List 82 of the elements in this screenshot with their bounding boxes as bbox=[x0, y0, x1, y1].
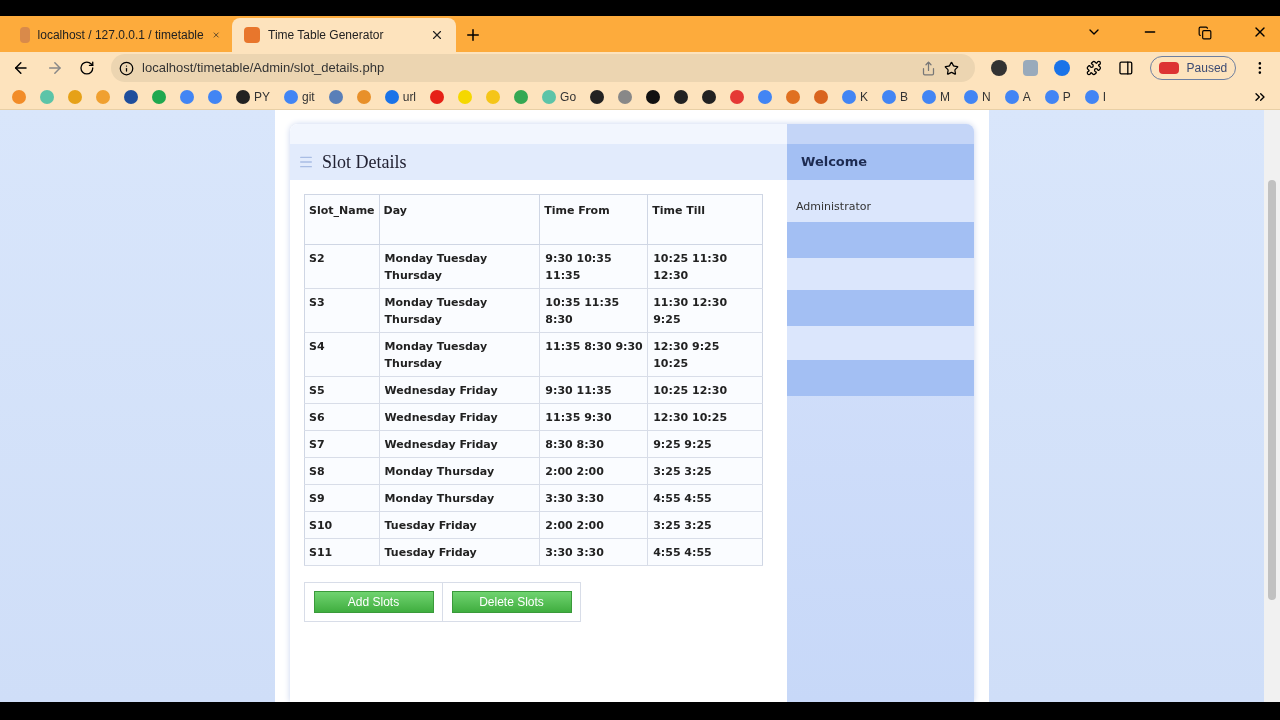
bookmark-icon[interactable] bbox=[702, 89, 717, 104]
table-cell: Wednesday Friday bbox=[379, 430, 540, 458]
table-cell: Wednesday Friday bbox=[379, 376, 540, 404]
column-header: Day bbox=[379, 194, 540, 245]
bookmark[interactable]: url bbox=[384, 87, 417, 106]
bookmark[interactable]: M bbox=[922, 87, 951, 106]
bookmark[interactable]: P bbox=[1044, 87, 1071, 106]
address-bar[interactable]: localhost/timetable/Admin/slot_details.php bbox=[111, 54, 976, 82]
table-cell: 9:25 9:25 bbox=[647, 430, 763, 458]
tab-title: localhost / 127.0.0.1 / timetable bbox=[37, 27, 204, 44]
table-cell: 3:30 3:30 bbox=[539, 484, 648, 512]
restore-icon[interactable] bbox=[1198, 26, 1212, 40]
star-icon[interactable] bbox=[944, 60, 960, 76]
column-header: Slot_Name bbox=[304, 194, 380, 245]
bookmark[interactable]: N bbox=[964, 87, 991, 106]
table-cell: S8 bbox=[304, 457, 380, 485]
bookmark[interactable]: git bbox=[284, 87, 315, 106]
table-cell: 4:55 4:55 bbox=[647, 538, 763, 566]
table-cell: S4 bbox=[304, 332, 380, 377]
table-cell: S2 bbox=[304, 244, 380, 289]
user-name: Administrator bbox=[796, 200, 871, 213]
bookmark[interactable]: B bbox=[882, 87, 909, 106]
column-header: Time Till bbox=[647, 194, 763, 245]
table-cell: S9 bbox=[304, 484, 380, 512]
table-cell: Wednesday Friday bbox=[379, 403, 540, 431]
bookmark[interactable]: PY bbox=[236, 87, 270, 106]
table-cell: Tuesday Friday bbox=[379, 538, 540, 566]
menu-icon bbox=[298, 154, 314, 170]
table-cell: 2:00 2:00 bbox=[539, 511, 648, 539]
table-cell: 11:35 8:30 9:30 bbox=[539, 332, 648, 377]
table-cell: S11 bbox=[304, 538, 380, 566]
scrollbar[interactable] bbox=[1264, 110, 1280, 702]
table-cell: 12:30 9:25 10:25 bbox=[647, 332, 763, 377]
table-cell: 11:35 9:30 bbox=[539, 403, 648, 431]
bookmark-icon[interactable] bbox=[674, 89, 689, 104]
table-cell: 3:25 3:25 bbox=[647, 511, 763, 539]
bookmark[interactable]: I bbox=[1084, 87, 1107, 106]
table-cell: 2:00 2:00 bbox=[539, 457, 648, 485]
table-cell: Tuesday Friday bbox=[379, 511, 540, 539]
new-tab-icon[interactable] bbox=[464, 26, 482, 44]
column-header: Time From bbox=[539, 194, 648, 245]
table-cell: 10:25 12:30 bbox=[647, 376, 763, 404]
table-cell: S6 bbox=[304, 403, 380, 431]
table-cell: Monday Tuesday Thursday bbox=[379, 244, 540, 289]
table-cell: 3:25 3:25 bbox=[647, 457, 763, 485]
table-cell: Monday Thursday bbox=[379, 484, 540, 512]
table-cell: 9:30 10:35 11:35 bbox=[539, 244, 648, 289]
table-cell: 3:30 3:30 bbox=[539, 538, 648, 566]
bookmark-icon[interactable] bbox=[646, 89, 661, 104]
bookmark[interactable]: K bbox=[842, 87, 869, 106]
table-cell: S3 bbox=[304, 288, 380, 333]
tab-title: Time Table Generator bbox=[268, 27, 385, 44]
share-icon[interactable] bbox=[921, 60, 937, 76]
reload-icon[interactable] bbox=[79, 60, 96, 76]
table-cell: Monday Thursday bbox=[379, 457, 540, 485]
close-icon[interactable] bbox=[430, 28, 444, 42]
table-cell: Monday Tuesday Thursday bbox=[379, 288, 540, 333]
panel-title: Slot Details bbox=[322, 150, 407, 174]
table-cell: S7 bbox=[304, 430, 380, 458]
table-cell: 12:30 10:25 bbox=[647, 403, 763, 431]
bookmark-icon[interactable] bbox=[590, 89, 605, 104]
extension-icon[interactable] bbox=[991, 60, 1007, 76]
welcome-title: Welcome bbox=[801, 153, 868, 172]
table-cell: S10 bbox=[304, 511, 380, 539]
table-cell: Monday Tuesday Thursday bbox=[379, 332, 540, 377]
browser-tab[interactable]: localhost / 127.0.0.1 / timetable bbox=[8, 18, 232, 52]
back-icon[interactable] bbox=[12, 59, 30, 77]
table-cell: 10:25 11:30 12:30 bbox=[647, 244, 763, 289]
bookmark-icon[interactable] bbox=[124, 89, 138, 104]
side-panel-icon[interactable] bbox=[1117, 60, 1134, 76]
table-cell: 9:30 11:35 bbox=[539, 376, 648, 404]
info-icon bbox=[119, 60, 135, 76]
browser-tab[interactable]: Time Table Generator bbox=[232, 18, 456, 52]
extensions-icon[interactable] bbox=[1086, 60, 1102, 76]
table-cell: 11:30 12:30 9:25 bbox=[647, 288, 763, 333]
url-text: localhost/timetable/Admin/slot_details.php bbox=[142, 59, 386, 78]
table-cell: 8:30 8:30 bbox=[539, 430, 648, 458]
table-cell: 4:55 4:55 bbox=[647, 484, 763, 512]
table-cell: S5 bbox=[304, 376, 380, 404]
table-cell: 10:35 11:35 8:30 bbox=[539, 288, 648, 333]
bookmark[interactable]: Go bbox=[542, 87, 577, 106]
bookmark[interactable]: A bbox=[1004, 87, 1031, 106]
